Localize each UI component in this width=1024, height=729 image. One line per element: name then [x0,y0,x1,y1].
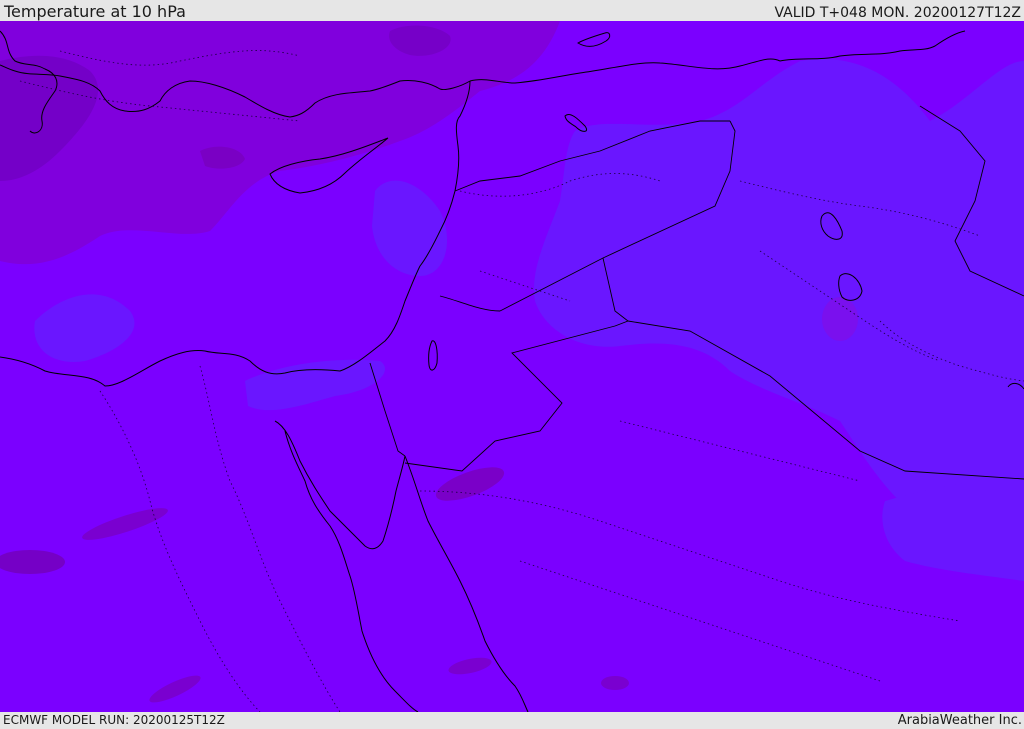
map-title: Temperature at 10 hPa [4,2,186,21]
valid-time-label: VALID T+048 MON. 20200127T12Z [774,5,1021,21]
model-run-label: ECMWF MODEL RUN: 20200125T12Z [3,713,225,727]
field-spot-7 [822,297,858,341]
field-spot-6 [601,676,629,690]
temperature-map[interactable] [0,21,1024,712]
credit-label: ArabiaWeather Inc. [897,713,1022,728]
map-canvas [0,21,1024,712]
header-bar: Temperature at 10 hPa VALID T+048 MON. 2… [0,0,1024,21]
footer-bar: ECMWF MODEL RUN: 20200125T12Z ArabiaWeat… [0,712,1024,729]
